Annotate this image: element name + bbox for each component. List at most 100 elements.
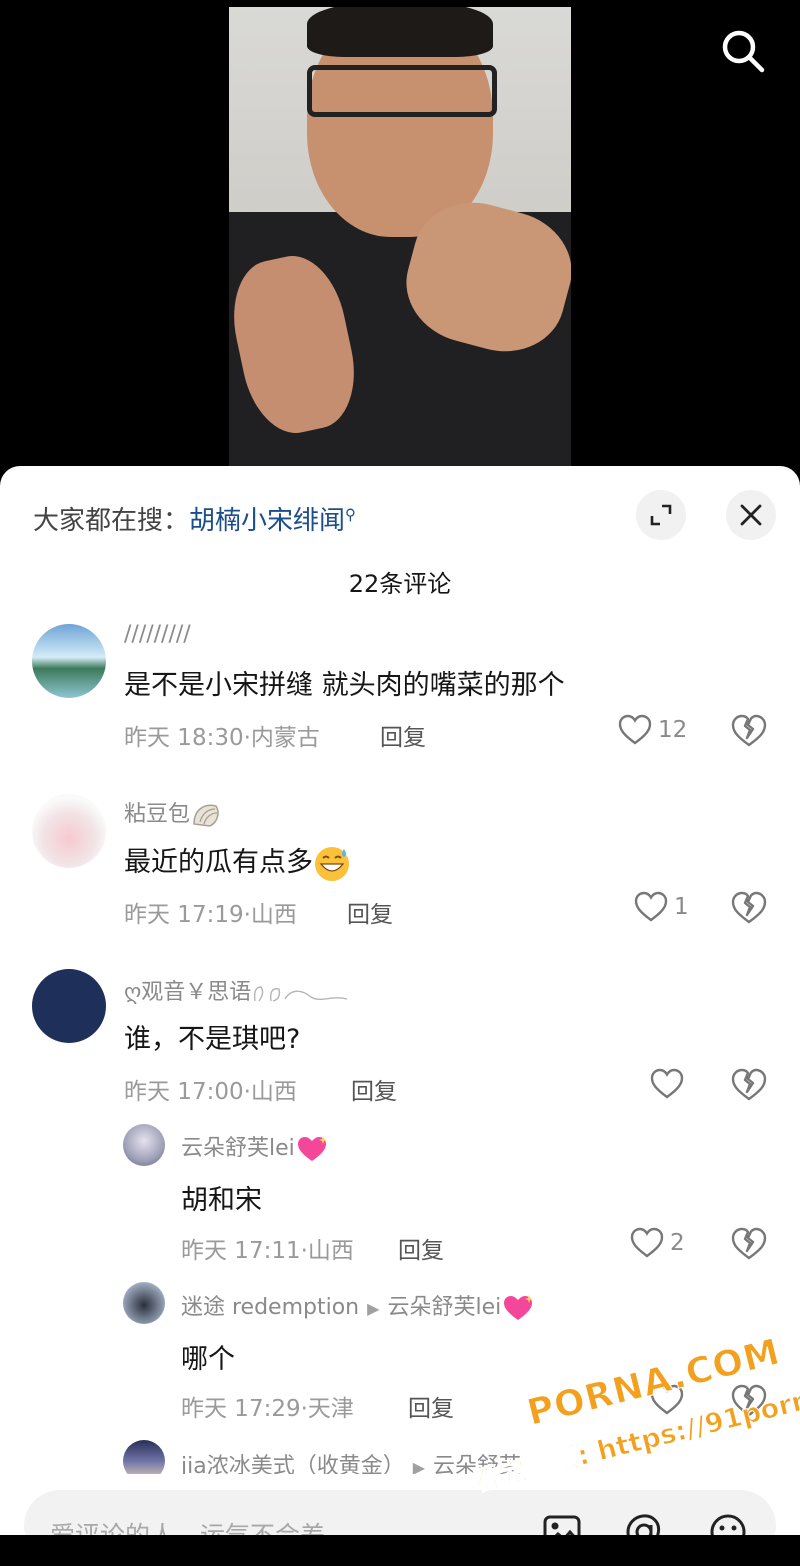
heart-icon: [634, 891, 668, 922]
reply-to-arrow-icon: ▶: [367, 1299, 380, 1318]
comment-username[interactable]: 粘豆包: [124, 796, 222, 830]
search-button[interactable]: [718, 26, 768, 76]
avatar[interactable]: [123, 1124, 165, 1166]
heart-icon: [650, 1068, 684, 1099]
avatar[interactable]: [32, 624, 106, 698]
reply-button[interactable]: 回复: [408, 1389, 454, 1423]
close-button[interactable]: [726, 490, 776, 540]
video-player[interactable]: [0, 0, 800, 480]
sweat-grin-emoji-icon: [315, 846, 349, 881]
dislike-button[interactable]: [731, 1068, 767, 1104]
comment-meta: 昨天 17:19·山西: [124, 895, 297, 929]
comment-meta: 昨天 17:00·山西: [124, 1072, 297, 1106]
comment-text: 是不是小宋拼缝 就头肉的嘴菜的那个: [124, 670, 565, 701]
expand-icon: [650, 504, 672, 526]
broken-heart-icon: [731, 1227, 767, 1260]
meta-separator: ·: [300, 1396, 308, 1422]
expand-button[interactable]: [636, 490, 686, 540]
video-hair: [307, 7, 493, 57]
like-button[interactable]: 2: [630, 1227, 685, 1259]
comment-text: 最近的瓜有点多: [124, 840, 351, 883]
reply-meta: 昨天 17:11·山西: [181, 1231, 354, 1265]
emoji-button[interactable]: [708, 1512, 748, 1535]
comment-input-placeholder: 爱评论的人，运气不会差: [50, 1516, 325, 1535]
comment-username[interactable]: ღ观音￥思语: [124, 974, 351, 1007]
avatar[interactable]: [123, 1282, 165, 1324]
username-text: 迷途 redemption: [181, 1295, 360, 1320]
heart-icon: [650, 1384, 684, 1415]
comment-input-bar: 爱评论的人，运气不会差: [0, 1474, 800, 1535]
reply-button[interactable]: 回复: [380, 718, 426, 752]
reply-location: 山西: [307, 1238, 354, 1264]
like-button[interactable]: 1: [634, 891, 689, 923]
mention-button[interactable]: [624, 1512, 664, 1535]
dislike-button[interactable]: [731, 891, 767, 927]
like-count: 1: [674, 894, 689, 920]
comment-location: 山西: [250, 1079, 297, 1105]
comment-text: 谁，不是琪吧?: [124, 1024, 301, 1055]
small-search-icon: ⚲: [345, 505, 357, 524]
video-frame[interactable]: [229, 7, 571, 477]
like-button[interactable]: 12: [618, 714, 687, 746]
broken-heart-icon: [731, 1068, 767, 1101]
like-count: 12: [658, 717, 688, 743]
username-text: 云朵舒芙lei: [181, 1136, 295, 1161]
reply-username[interactable]: 云朵舒芙lei: [181, 1130, 329, 1164]
reply-button[interactable]: 回复: [347, 895, 393, 929]
video-glasses: [307, 65, 497, 117]
reply-button[interactable]: 回复: [351, 1072, 397, 1106]
at-sign-icon: [626, 1514, 661, 1535]
avatar[interactable]: [32, 794, 106, 868]
comment-location: 内蒙古: [250, 725, 320, 751]
avatar[interactable]: [32, 969, 106, 1043]
reply-time: 昨天 17:11: [181, 1238, 301, 1264]
like-count: 2: [670, 1230, 685, 1256]
hot-search-prefix: 大家都在搜：: [33, 506, 190, 536]
decorative-flourish-icon: [254, 986, 348, 1002]
reply-meta: 昨天 17:29·天津: [181, 1389, 354, 1423]
dislike-button[interactable]: [731, 1384, 767, 1420]
reply-location: 天津: [307, 1396, 354, 1422]
sparkling-heart-icon: [297, 1136, 327, 1161]
shell-icon: [193, 804, 219, 827]
heart-icon: [618, 714, 652, 745]
comment-location: 山西: [250, 902, 297, 928]
comment-time: 昨天 17:19: [124, 902, 244, 928]
broken-heart-icon: [731, 891, 767, 924]
comment-time: 昨天 18:30: [124, 725, 244, 751]
reply-text: 哪个: [181, 1344, 235, 1375]
heart-icon: [630, 1227, 664, 1258]
meta-separator: ·: [243, 1079, 251, 1105]
comment-time: 昨天 17:00: [124, 1079, 244, 1105]
reply-username[interactable]: 迷途 redemption ▶ 云朵舒芙lei: [181, 1289, 535, 1323]
dislike-button[interactable]: [731, 714, 767, 750]
comment-input[interactable]: 爱评论的人，运气不会差: [24, 1490, 776, 1535]
meta-separator: ·: [243, 725, 251, 751]
hot-search-bar[interactable]: 大家都在搜：胡楠小宋绯闻⚲: [33, 500, 356, 537]
close-icon: [740, 504, 762, 526]
comment-text-content: 最近的瓜有点多: [124, 847, 313, 878]
username-text: 粘豆包: [124, 802, 191, 827]
username-text: ღ观音￥思语: [124, 980, 252, 1005]
sparkling-heart-icon: [504, 1295, 534, 1320]
comment-meta: 昨天 18:30·内蒙古: [124, 718, 320, 752]
emoji-icon: [710, 1514, 746, 1535]
reply-time: 昨天 17:29: [181, 1396, 301, 1422]
broken-heart-icon: [731, 1384, 767, 1417]
comment-sheet: 大家都在搜：胡楠小宋绯闻⚲ 22条评论 ///////// 是不是小宋拼缝 就头…: [0, 466, 800, 1535]
like-button[interactable]: [650, 1384, 690, 1416]
meta-separator: ·: [243, 902, 251, 928]
like-button[interactable]: [650, 1068, 690, 1100]
comment-username[interactable]: /////////: [124, 622, 191, 647]
meta-separator: ·: [300, 1238, 308, 1264]
reply-text: 胡和宋: [181, 1185, 262, 1216]
image-button[interactable]: [542, 1512, 582, 1535]
dislike-button[interactable]: [731, 1227, 767, 1263]
hot-search-term[interactable]: 胡楠小宋绯闻: [189, 506, 345, 536]
broken-heart-icon: [731, 714, 767, 747]
image-icon: [543, 1515, 581, 1535]
reply-button[interactable]: 回复: [398, 1231, 444, 1265]
search-icon: [722, 30, 765, 73]
reply-to-username[interactable]: 云朵舒芙lei: [387, 1295, 501, 1320]
comment-count-title: 22条评论: [348, 570, 452, 598]
